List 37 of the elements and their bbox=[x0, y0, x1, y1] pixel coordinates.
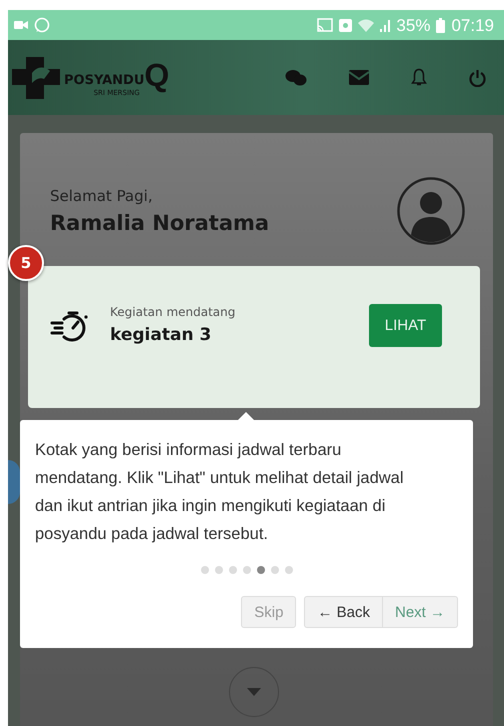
avatar-icon bbox=[397, 177, 465, 245]
next-button[interactable]: Next → bbox=[382, 596, 458, 628]
back-button[interactable]: ← Back bbox=[304, 596, 383, 628]
step-dot[interactable] bbox=[228, 566, 236, 574]
step-dot[interactable] bbox=[200, 566, 208, 574]
cross-hands-icon bbox=[10, 54, 62, 100]
wifi-icon bbox=[358, 18, 374, 32]
step-dot[interactable] bbox=[270, 566, 278, 574]
greeting-text: Selamat Pagi, bbox=[50, 187, 154, 205]
clock: 07:19 bbox=[451, 16, 494, 34]
step-dot[interactable] bbox=[214, 566, 222, 574]
step-dot[interactable] bbox=[284, 566, 292, 574]
card-label: Kegiatan mendatang bbox=[110, 305, 236, 319]
battery-percent: 35% bbox=[396, 16, 430, 34]
tooltip-text: Kotak yang berisi informasi jadwal terbaru mendatang. Klik "Lihat" untuk melihat detail jadwal dan ikut antrian jika ingin mengikuti kegiataan di posyandu pada jadwal tersebut. bbox=[35, 440, 405, 545]
user-name: Ramalia Noratama bbox=[50, 211, 270, 235]
activity-title: kegiatan 3 bbox=[110, 325, 212, 345]
bell-icon[interactable] bbox=[411, 68, 427, 87]
skip-button[interactable]: Skip bbox=[241, 596, 296, 628]
cast-icon bbox=[317, 18, 334, 32]
logo-name: POSYANDU bbox=[64, 74, 144, 90]
side-tab[interactable] bbox=[8, 460, 20, 504]
power-icon[interactable] bbox=[469, 68, 486, 86]
chat-icon[interactable] bbox=[285, 68, 307, 86]
view-button[interactable]: LIHAT bbox=[369, 304, 442, 346]
chat-bubble-icon bbox=[34, 17, 50, 33]
caret-down-icon bbox=[247, 688, 261, 696]
mail-icon[interactable] bbox=[349, 70, 369, 85]
step-badge: 5 bbox=[8, 245, 44, 281]
signal-icon bbox=[380, 18, 390, 32]
step-dot[interactable] bbox=[242, 566, 250, 574]
step-dot[interactable] bbox=[256, 566, 264, 574]
logo-letter: Q bbox=[144, 58, 170, 90]
image-icon bbox=[339, 18, 352, 32]
expand-button[interactable] bbox=[229, 667, 279, 717]
video-camera-icon bbox=[14, 20, 28, 30]
battery-icon bbox=[436, 18, 446, 32]
